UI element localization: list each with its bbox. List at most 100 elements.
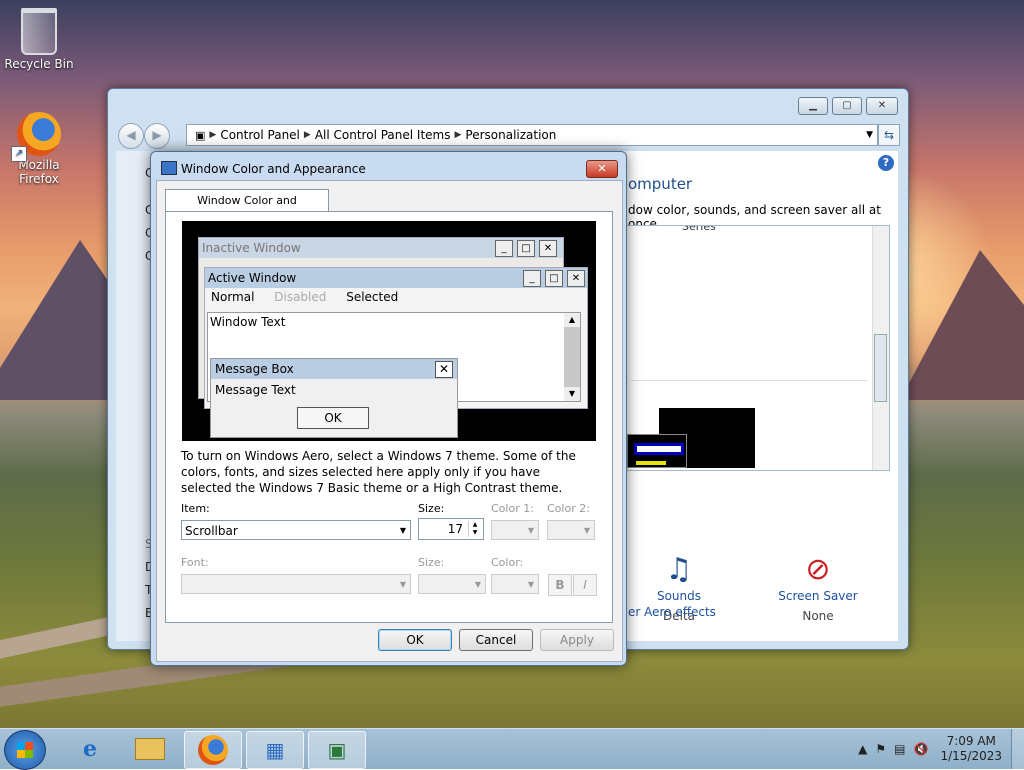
color2-picker[interactable]: ▼: [547, 520, 595, 540]
show-desktop-button[interactable]: [1011, 729, 1024, 769]
minimize-icon: _: [523, 270, 541, 287]
chevron-down-icon: ▼: [527, 526, 534, 535]
forward-button[interactable]: ▶: [144, 123, 170, 149]
scrollbar-thumb[interactable]: [874, 334, 887, 402]
chevron-down-icon: ▼: [527, 580, 534, 589]
firefox-icon: ↗: [11, 112, 61, 162]
preview-menu-bar: Normal Disabled Selected: [205, 288, 587, 306]
dialog-app-icon: [161, 161, 177, 175]
back-button[interactable]: ◀: [118, 123, 144, 149]
clock[interactable]: 7:09 AM 1/15/2023: [936, 734, 1006, 764]
italic-button[interactable]: I: [573, 574, 597, 596]
preview-window-text: Window Text: [210, 315, 286, 329]
maximize-button[interactable]: ▢: [832, 97, 862, 115]
windows-logo-icon: [17, 742, 33, 758]
tab-window-color[interactable]: Window Color and Appearance: [165, 189, 329, 229]
tab-page: Inactive Window _ □ ✕ Active Window _ □ …: [165, 211, 613, 623]
desktop-icon-recycle-bin[interactable]: Recycle Bin: [1, 8, 77, 71]
taskbar-explorer[interactable]: [122, 731, 178, 767]
desktop-icon-label: Mozilla Firefox: [18, 158, 60, 186]
menu-normal[interactable]: Normal: [211, 290, 254, 304]
chevron-down-icon: ▼: [474, 580, 481, 589]
message-box-title: Message Box: [211, 359, 457, 379]
help-icon[interactable]: ?: [878, 155, 894, 171]
shortcut-arrow-icon: ↗: [11, 146, 27, 162]
font-select[interactable]: ▼: [181, 574, 411, 594]
dialog-title: Window Color and Appearance: [181, 162, 366, 176]
breadcrumb-separator: ▶: [209, 130, 217, 140]
color1-picker[interactable]: ▼: [491, 520, 539, 540]
appearance-preview[interactable]: Inactive Window _ □ ✕ Active Window _ □ …: [182, 221, 596, 441]
taskbar-window-color[interactable]: ▣: [308, 731, 366, 769]
action-center-flag-icon[interactable]: ⚑: [875, 742, 886, 756]
page-title: omputer: [628, 175, 693, 193]
preview-scrollbar[interactable]: ▲ ▼: [564, 313, 580, 401]
menu-selected[interactable]: Selected: [346, 290, 398, 304]
internet-explorer-icon: e: [83, 736, 97, 762]
address-dropdown-icon[interactable]: ▼: [866, 130, 873, 140]
preview-message-box[interactable]: Message Box ✕ Message Text OK: [210, 358, 458, 438]
maximize-icon: □: [545, 270, 563, 287]
desktop-icon-firefox[interactable]: ↗ Mozilla Firefox: [1, 112, 77, 186]
desktop-icon-label: Recycle Bin: [4, 57, 74, 71]
aero-info-text: To turn on Windows Aero, select a Window…: [181, 449, 576, 495]
taskbar-internet-explorer[interactable]: e: [62, 731, 118, 767]
wallpaper-mountain: [900, 250, 1024, 400]
aero-effects-link[interactable]: er Aero effects: [628, 605, 716, 619]
recycle-bin-icon: [21, 8, 57, 55]
menu-disabled[interactable]: Disabled: [274, 290, 326, 304]
size-value: 17: [447, 522, 463, 536]
theme-list[interactable]: Series: [626, 225, 890, 471]
chevron-down-icon: ▼: [399, 580, 406, 589]
scroll-down-icon[interactable]: ▼: [564, 387, 580, 401]
sounds-icon: ♫: [665, 552, 693, 587]
breadcrumb-separator: ▶: [454, 130, 462, 140]
theme-divider: [631, 380, 867, 381]
color2-label: Color 2:: [547, 502, 590, 515]
network-icon[interactable]: ▤: [894, 742, 905, 756]
window-color-dialog: Window Color and Appearance ✕ Window Col…: [150, 151, 627, 666]
address-bar[interactable]: ▣ ▶ Control Panel ▶ All Control Panel It…: [186, 124, 878, 146]
screen-saver-link[interactable]: ⊘ Screen Saver None: [768, 551, 868, 623]
taskbar-firefox[interactable]: [184, 731, 242, 769]
dialog-close-button[interactable]: ✕: [586, 160, 618, 178]
bold-button[interactable]: B: [548, 574, 572, 596]
theme-thumbnail[interactable]: [627, 434, 687, 468]
screen-saver-value: None: [802, 609, 834, 623]
theme-scrollbar[interactable]: [872, 226, 889, 470]
show-hidden-icons-icon[interactable]: ▲: [858, 742, 867, 756]
personalization-icon: ▣: [327, 738, 347, 762]
refresh-button[interactable]: ⇆: [878, 124, 900, 146]
navigation-bar: ◀ ▶ ▣ ▶ Control Panel ▶ All Control Pane…: [116, 123, 900, 149]
firefox-icon: [198, 735, 228, 765]
close-icon: ✕: [567, 270, 585, 287]
item-select-value: Scrollbar: [185, 524, 238, 538]
cancel-button[interactable]: Cancel: [459, 629, 533, 651]
volume-muted-icon[interactable]: 🔇: [914, 742, 929, 756]
apply-button[interactable]: Apply: [540, 629, 614, 651]
sounds-label: Sounds: [656, 589, 702, 603]
message-box-ok[interactable]: OK: [297, 407, 369, 429]
breadcrumb-all-items[interactable]: All Control Panel Items: [315, 128, 451, 142]
close-button[interactable]: ✕: [866, 97, 898, 115]
size-spinner[interactable]: 17 ▲ ▼: [418, 518, 484, 540]
theme-group-label: Series: [682, 225, 716, 233]
font-size-select[interactable]: ▼: [418, 574, 486, 594]
size-label: Size:: [418, 502, 445, 515]
item-select[interactable]: Scrollbar ▼: [181, 520, 411, 540]
breadcrumb-control-panel[interactable]: Control Panel: [220, 128, 300, 142]
minimize-button[interactable]: ▁: [798, 97, 828, 115]
taskbar-control-panel[interactable]: ▦: [246, 731, 304, 769]
system-tray: ▲ ⚑ ▤ 🔇 7:09 AM 1/15/2023: [854, 729, 1024, 769]
close-icon: ✕: [435, 361, 453, 378]
start-button[interactable]: [4, 730, 46, 770]
font-color-picker[interactable]: ▼: [491, 574, 539, 594]
item-label: Item:: [181, 502, 210, 515]
ok-button[interactable]: OK: [378, 629, 452, 651]
scroll-up-icon[interactable]: ▲: [564, 313, 580, 327]
folder-icon: [135, 738, 165, 760]
taskbar: e ▦ ▣ ▲ ⚑ ▤ 🔇 7:09 AM 1/15/2023: [0, 728, 1024, 770]
breadcrumb-personalization[interactable]: Personalization: [465, 128, 556, 142]
minimize-icon: _: [495, 240, 513, 257]
spinner-arrows-icon[interactable]: ▲ ▼: [468, 521, 481, 537]
